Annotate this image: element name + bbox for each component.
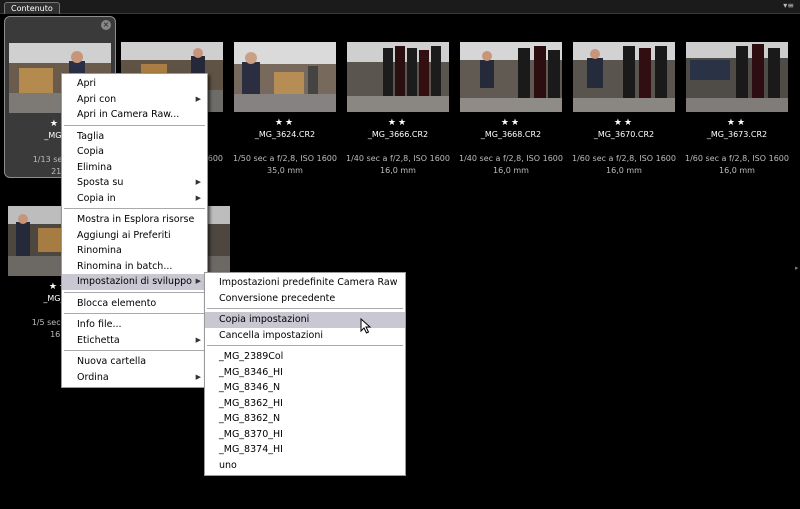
focal-length: 16,0 mm (380, 166, 416, 175)
menu-separator (64, 291, 205, 293)
thumbnail-image (460, 42, 562, 112)
rating-stars: ★★ (613, 118, 635, 128)
scroll-arrow-icon[interactable]: ▸ (795, 264, 799, 272)
submenu-arrow-icon: ▶ (195, 178, 201, 186)
menu-item-mostra-esplora[interactable]: Mostra in Esplora risorse (62, 212, 207, 228)
submenu-arrow-icon: ▶ (195, 193, 201, 202)
menu-item-rinomina-batch[interactable]: Rinomina in batch... (62, 259, 207, 275)
menu-item-apri-camera-raw[interactable]: Apri in Camera Raw... (62, 107, 207, 123)
focal-length: 16,0 mm (493, 166, 529, 175)
thumbnail-cell[interactable]: ★★ _MG_3624.CR2 1/50 sec a f/2,8, ISO 16… (230, 16, 340, 176)
rating-stars: ★★ (726, 118, 748, 128)
menu-item-rinomina[interactable]: Rinomina (62, 243, 207, 259)
submenu-item-previous-conversion[interactable]: Conversione precedente (205, 291, 405, 307)
submenu-item-camera-raw-defaults[interactable]: Impostazioni predefinite Camera Raw (205, 275, 405, 291)
file-name: _MG_3624.CR2 (254, 130, 316, 139)
rating-stars: ★★ (274, 118, 296, 128)
submenu-item-preset[interactable]: _MG_8346_HI (205, 365, 405, 381)
submenu-item-preset[interactable]: _MG_8370_HI (205, 427, 405, 443)
menu-item-nuova-cartella[interactable]: Nuova cartella (62, 354, 207, 370)
close-icon[interactable]: × (101, 20, 111, 30)
submenu-item-preset[interactable]: _MG_2389Col (205, 349, 405, 365)
menu-item-ordina[interactable]: Ordina ▶ (62, 370, 207, 386)
panel-header: Contenuto ▾≡ (0, 0, 800, 14)
rating-stars: ★★ (387, 118, 409, 128)
submenu-arrow-icon: ▶ (195, 372, 201, 381)
submenu-item-preset[interactable]: _MG_8362_HI (205, 396, 405, 412)
menu-item-label: Impostazioni di sviluppo (77, 276, 192, 287)
menu-item-label: Etichetta (77, 334, 120, 346)
menu-item-impostazioni-sviluppo[interactable]: Impostazioni di sviluppo ▶ (62, 274, 207, 290)
menu-separator (64, 124, 205, 126)
submenu-item-preset[interactable]: _MG_8374_HI (205, 442, 405, 458)
exposure-info: 1/50 sec a f/2,8, ISO 1600 (233, 154, 337, 163)
menu-item-blocca-elemento[interactable]: Blocca elemento (62, 296, 207, 312)
context-menu: Apri Apri con ▶ Apri in Camera Raw... Tag… (61, 73, 208, 388)
file-name: _MG_3673.CR2 (706, 130, 768, 139)
menu-item-sposta-su[interactable]: Sposta su ▶ (62, 175, 207, 191)
file-name: _MG_3670.CR2 (593, 130, 655, 139)
menu-item-apri-con[interactable]: Apri con ▶ (62, 92, 207, 108)
menu-separator (64, 313, 205, 314)
thumbnail-cell[interactable]: ★★ _MG_3673.CR2 1/60 sec a f/2,8, ISO 16… (682, 16, 792, 176)
menu-separator (64, 350, 205, 351)
develop-settings-submenu: Impostazioni predefinite Camera Raw Conv… (204, 272, 406, 476)
submenu-item-copy-settings[interactable]: Copia impostazioni (205, 312, 405, 328)
menu-item-etichetta[interactable]: Etichetta ▶ (62, 333, 207, 349)
mouse-cursor-icon (360, 318, 372, 334)
thumbnail-image (573, 42, 675, 112)
submenu-arrow-icon: ▶ (195, 277, 201, 285)
panel-menu-icon[interactable]: ▾≡ (783, 1, 794, 10)
submenu-item-clear-settings[interactable]: Cancella impostazioni (205, 328, 405, 344)
menu-item-label: Ordina (77, 371, 109, 383)
menu-item-elimina[interactable]: Elimina (62, 160, 207, 176)
thumbnail-image (347, 42, 449, 112)
menu-separator (207, 345, 403, 346)
exposure-info: 1/40 sec a f/2,8, ISO 1600 (459, 154, 563, 163)
menu-item-aggiungi-preferiti[interactable]: Aggiungi ai Preferiti (62, 228, 207, 244)
menu-item-label: Copia in (77, 192, 116, 204)
menu-item-taglia[interactable]: Taglia (62, 129, 207, 145)
menu-item-copia[interactable]: Copia (62, 144, 207, 160)
focal-length: 35,0 mm (267, 166, 303, 175)
submenu-item-preset[interactable]: _MG_8346_N (205, 380, 405, 396)
menu-item-copia-in[interactable]: Copia in ▶ (62, 191, 207, 207)
submenu-item-preset[interactable]: uno (205, 458, 405, 474)
exposure-info: 1/60 sec a f/2,8, ISO 1600 (572, 154, 676, 163)
thumbnail-cell[interactable]: ★★ _MG_3666.CR2 1/40 sec a f/2,8, ISO 16… (343, 16, 453, 176)
thumbnail-image (234, 42, 336, 112)
menu-item-label: Apri con (77, 93, 117, 105)
rating-stars: ★★ (500, 118, 522, 128)
menu-item-label: Sposta su (77, 177, 124, 188)
file-name: _MG_3666.CR2 (367, 130, 429, 139)
submenu-item-preset[interactable]: _MG_8362_N (205, 411, 405, 427)
tab-contenuto[interactable]: Contenuto (4, 2, 60, 14)
menu-item-apri[interactable]: Apri (62, 76, 207, 92)
exposure-info: 1/60 sec a f/2,8, ISO 1600 (685, 154, 789, 163)
menu-separator (64, 208, 205, 209)
menu-item-info-file[interactable]: Info file... (62, 317, 207, 333)
file-name: _MG_3668.CR2 (480, 130, 542, 139)
submenu-arrow-icon: ▶ (195, 335, 201, 344)
thumbnail-cell[interactable]: ★★ _MG_3668.CR2 1/40 sec a f/2,8, ISO 16… (456, 16, 566, 176)
submenu-arrow-icon: ▶ (195, 94, 201, 103)
focal-length: 16,0 mm (606, 166, 642, 175)
thumbnail-cell[interactable]: ★★ _MG_3670.CR2 1/60 sec a f/2,8, ISO 16… (569, 16, 679, 176)
exposure-info: 1/40 sec a f/2,8, ISO 1600 (346, 154, 450, 163)
focal-length: 16,0 mm (719, 166, 755, 175)
menu-separator (207, 308, 403, 309)
thumbnail-image (686, 42, 788, 112)
